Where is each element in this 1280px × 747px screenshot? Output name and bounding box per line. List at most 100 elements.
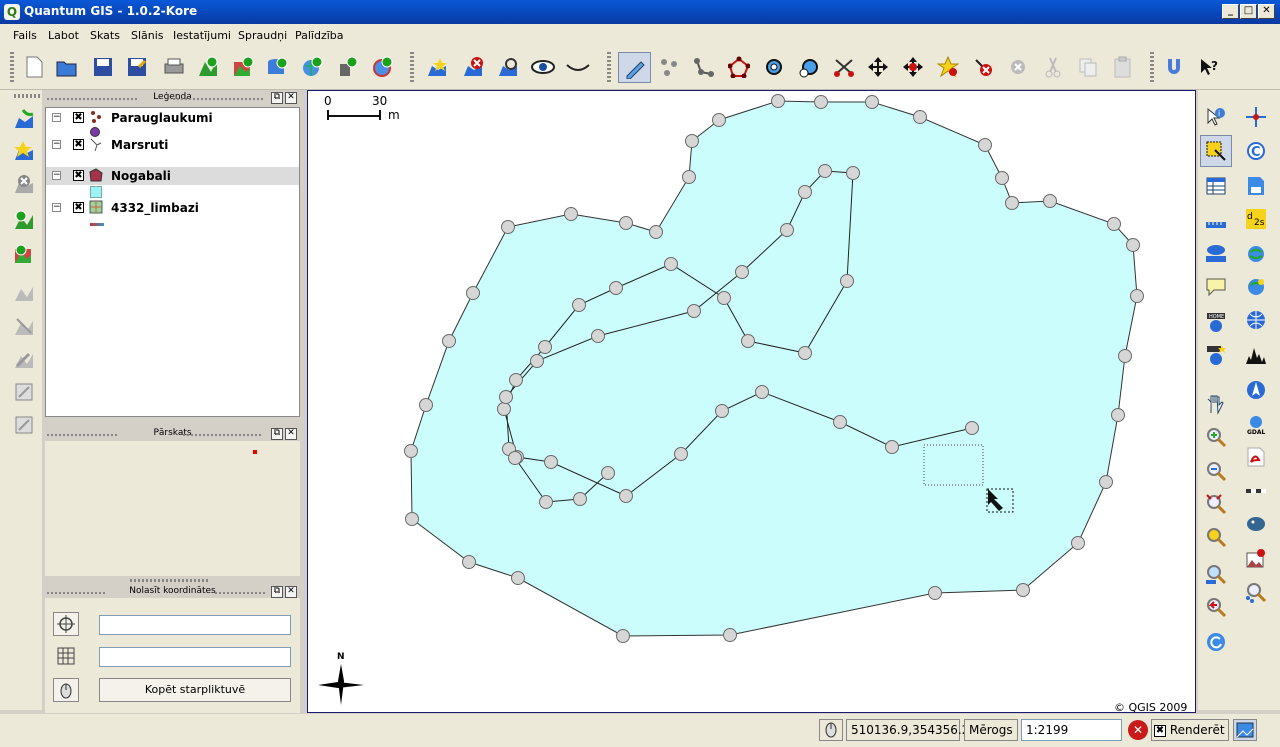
north-arrow-icon[interactable] xyxy=(1242,376,1270,404)
vertex-marker[interactable] xyxy=(1111,408,1125,422)
add-wfs-layer-icon[interactable] xyxy=(368,53,396,81)
open-project-icon[interactable] xyxy=(53,53,81,81)
delimited-text-icon[interactable]: d 2s xyxy=(1242,205,1270,233)
vertex-marker[interactable] xyxy=(685,134,699,148)
vertex-marker[interactable] xyxy=(1043,194,1057,208)
vertex-marker[interactable] xyxy=(497,402,511,416)
vertex-marker[interactable] xyxy=(965,421,979,435)
globe-icon[interactable] xyxy=(1242,306,1270,334)
legend-layer-4332-limbazi[interactable]: − ✖ 4332_limbazi xyxy=(46,199,299,217)
menu-palidziba[interactable]: Palīdzība xyxy=(295,29,344,42)
image-export-icon[interactable] xyxy=(1242,545,1270,573)
vertex-marker[interactable] xyxy=(865,95,879,109)
layer-info-icon[interactable] xyxy=(10,378,38,406)
vertex-marker[interactable] xyxy=(538,340,552,354)
vertex-marker[interactable] xyxy=(462,555,476,569)
close-panel-button[interactable]: ✕ xyxy=(285,428,297,440)
add-layer-group-icon[interactable] xyxy=(10,240,38,268)
vertex-marker[interactable] xyxy=(712,113,726,127)
vertex-marker[interactable] xyxy=(741,334,755,348)
vertex-marker[interactable] xyxy=(508,451,522,465)
vertex-marker[interactable] xyxy=(755,385,769,399)
toolbar-grip[interactable] xyxy=(14,94,40,98)
overview-map[interactable] xyxy=(45,441,300,576)
map-canvas[interactable]: 0 30 m N © QGIS 2009 xyxy=(307,90,1196,713)
vertex-marker[interactable] xyxy=(601,466,615,480)
layer-properties-icon[interactable] xyxy=(494,53,522,81)
capture-mouse-icon[interactable] xyxy=(53,678,79,702)
map-drawing[interactable]: 0 30 m N © QGIS 2009 xyxy=(308,91,1196,713)
grass-tools-icon[interactable] xyxy=(1242,341,1270,369)
measure-area-icon[interactable] xyxy=(1202,240,1230,268)
delete-vertex-icon[interactable] xyxy=(969,53,997,81)
vertex-marker[interactable] xyxy=(501,220,515,234)
vertex-marker[interactable] xyxy=(616,629,630,643)
home-bookmark-icon[interactable]: HOME xyxy=(1202,308,1230,336)
identify-icon[interactable]: i xyxy=(1202,103,1230,131)
vertex-marker[interactable] xyxy=(530,354,544,368)
render-toggle[interactable]: ✖ Renderēt xyxy=(1151,719,1229,741)
vertex-marker[interactable] xyxy=(619,216,633,230)
vertex-marker[interactable] xyxy=(404,444,418,458)
legend-layer-parauglaukumi[interactable]: − ✖ Parauglaukumi xyxy=(46,109,299,127)
add-raster-layer-icon[interactable] xyxy=(229,53,257,81)
float-panel-button[interactable]: ⧉ xyxy=(271,92,283,104)
vertex-marker[interactable] xyxy=(564,207,578,221)
legend-layer-marsruti[interactable]: − ✖ Marsruti xyxy=(46,136,299,154)
capture-polygon-icon[interactable] xyxy=(725,53,753,81)
add-ring-icon[interactable] xyxy=(760,53,788,81)
vertex-marker[interactable] xyxy=(1071,536,1085,550)
close-button[interactable]: ✕ xyxy=(1258,4,1275,19)
cut-features-icon[interactable] xyxy=(1039,53,1067,81)
vertex-marker[interactable] xyxy=(405,512,419,526)
zoom-full-icon[interactable] xyxy=(1202,490,1230,518)
vertex-marker[interactable] xyxy=(609,281,623,295)
wfs-icon[interactable] xyxy=(1242,240,1270,268)
collapse-toggle[interactable]: − xyxy=(52,203,61,212)
map-crs-coords-field[interactable] xyxy=(99,615,291,635)
toolbar-grip[interactable] xyxy=(1150,52,1154,82)
vertex-marker[interactable] xyxy=(1016,583,1030,597)
zoom-to-layer-icon[interactable] xyxy=(10,278,38,306)
layer-visibility-checkbox[interactable]: ✖ xyxy=(73,170,84,181)
vertex-marker[interactable] xyxy=(978,138,992,152)
layer-visibility-checkbox[interactable]: ✖ xyxy=(73,139,84,150)
pdf-export-icon[interactable] xyxy=(1242,443,1270,471)
layer-visibility-checkbox[interactable]: ✖ xyxy=(73,112,84,123)
attribute-table-icon[interactable] xyxy=(1202,172,1230,200)
vertex-marker[interactable] xyxy=(591,329,605,343)
capture-mouse-icon[interactable] xyxy=(819,719,843,741)
show-all-layers-icon[interactable] xyxy=(529,53,557,81)
menu-iestatijumi[interactable]: Iestatījumi xyxy=(173,29,231,42)
legend-tree[interactable]: − ✖ Parauglaukumi − ✖ Marsruti − ✖ Nogab… xyxy=(45,107,300,417)
vertex-marker[interactable] xyxy=(509,373,523,387)
refresh-icon[interactable] xyxy=(1202,628,1230,656)
vertex-marker[interactable] xyxy=(682,170,696,184)
vertex-marker[interactable] xyxy=(511,571,525,585)
vertex-marker[interactable] xyxy=(715,404,729,418)
vertex-marker[interactable] xyxy=(1099,475,1113,489)
nogabali-polygon[interactable] xyxy=(410,100,1138,637)
new-vector-layer-icon[interactable] xyxy=(423,53,451,81)
collapse-toggle[interactable]: − xyxy=(52,140,61,149)
vertex-marker[interactable] xyxy=(1130,289,1144,303)
vertex-marker[interactable] xyxy=(544,455,558,469)
copyright-label-icon[interactable]: C xyxy=(1242,137,1270,165)
toggle-editing-icon[interactable] xyxy=(618,52,651,83)
vertex-marker[interactable] xyxy=(818,164,832,178)
vertex-marker[interactable] xyxy=(573,492,587,506)
coordinate-capture-icon[interactable] xyxy=(1242,103,1270,131)
magnet-icon[interactable] xyxy=(1160,53,1188,81)
vertex-marker[interactable] xyxy=(1107,217,1121,231)
hide-layer-icon[interactable] xyxy=(10,312,38,340)
vertex-marker[interactable] xyxy=(798,185,812,199)
maximize-button[interactable]: □ xyxy=(1240,4,1257,19)
print-icon[interactable] xyxy=(160,53,188,81)
add-postgis-layer-icon[interactable] xyxy=(263,53,291,81)
copy-features-icon[interactable] xyxy=(1074,53,1102,81)
vertex-marker[interactable] xyxy=(885,440,899,454)
crs-status-icon[interactable] xyxy=(1233,719,1257,741)
panel-grip[interactable] xyxy=(215,592,265,594)
legend-layer-nogabali[interactable]: − ✖ Nogabali xyxy=(46,167,299,185)
copy-to-clipboard-button[interactable]: Kopēt starpliktuvē xyxy=(99,678,291,702)
